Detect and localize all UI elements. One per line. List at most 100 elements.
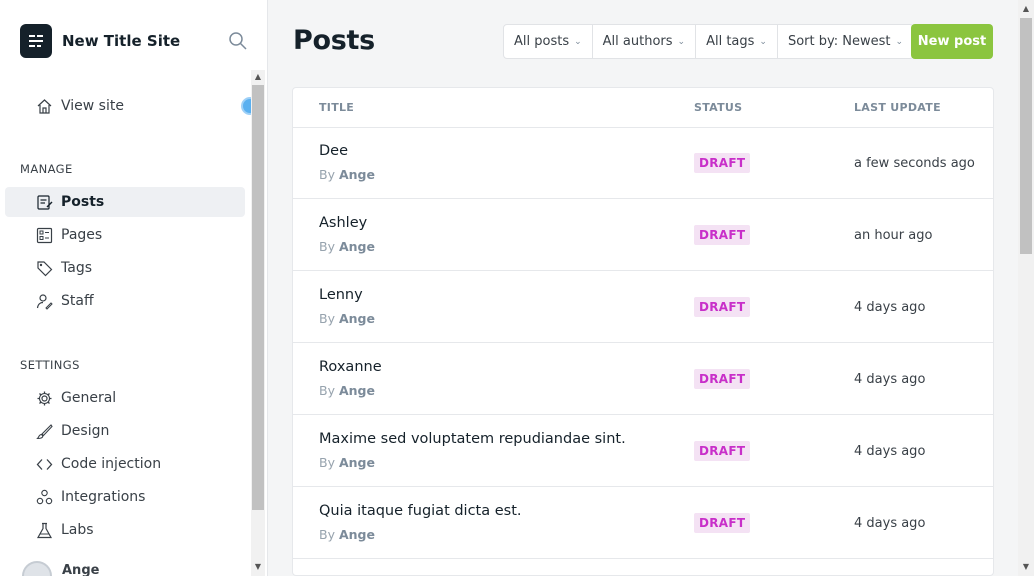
chevron-down-icon: ⌄ — [895, 36, 904, 47]
manage-section-label: MANAGE — [20, 162, 73, 176]
by-prefix: By — [319, 455, 335, 470]
sidebar-item-design[interactable]: Design — [5, 416, 245, 446]
sidebar-item-code-injection[interactable]: Code injection — [5, 449, 245, 479]
filter-all-posts[interactable]: All posts ⌄ — [504, 25, 593, 58]
chevron-down-icon: ⌄ — [759, 36, 767, 47]
post-author: Ange — [338, 455, 375, 470]
sidebar-item-integrations[interactable]: Integrations — [5, 482, 245, 512]
staff-icon — [36, 293, 53, 310]
new-post-button[interactable]: New post — [911, 24, 993, 59]
table-row[interactable]: Ashley By Ange DRAFT an hour ago — [293, 199, 993, 271]
table-row[interactable]: Quia itaque fugiat dicta est. By Ange DR… — [293, 487, 993, 559]
column-header-status: STATUS — [694, 101, 743, 114]
sidebar-item-label: Posts — [61, 194, 105, 210]
sidebar-item-posts[interactable]: Posts — [5, 187, 245, 217]
filter-all-tags[interactable]: All tags ⌄ — [696, 25, 778, 58]
user-name: Ange — [62, 562, 100, 576]
user-menu[interactable]: Ange — [22, 561, 100, 576]
sidebar-item-label: Pages — [61, 227, 103, 243]
sidebar-item-label: Staff — [61, 293, 94, 309]
post-title: Maxime sed voluptatem repudiandae sint. — [319, 431, 626, 447]
post-title: Lenny — [319, 287, 363, 303]
gear-icon — [36, 390, 53, 407]
filter-bar: All posts ⌄ All authors ⌄ All tags ⌄ Sor… — [503, 24, 915, 59]
by-prefix: By — [319, 311, 335, 326]
site-logo-icon[interactable] — [20, 24, 52, 58]
post-last-update: an hour ago — [854, 228, 933, 243]
code-icon — [36, 456, 53, 473]
post-author-line: By Ange — [319, 311, 375, 326]
integrations-icon — [36, 489, 53, 506]
sidebar: New Title Site View site MANAGE Posts Pa… — [0, 0, 268, 576]
chevron-down-icon: ⌄ — [574, 36, 582, 47]
scroll-down-arrow-icon[interactable]: ▼ — [1018, 562, 1034, 574]
scroll-up-arrow-icon[interactable]: ▲ — [1018, 4, 1034, 16]
filter-sort[interactable]: Sort by: Newest ⌄ — [778, 25, 913, 58]
posts-table: TITLE STATUS LAST UPDATE Dee By Ange DRA… — [292, 87, 994, 576]
post-author: Ange — [338, 311, 375, 326]
by-prefix: By — [319, 167, 335, 182]
post-author: Ange — [338, 167, 375, 182]
sidebar-item-label: General — [61, 390, 117, 406]
post-author-line: By Ange — [319, 455, 375, 470]
sidebar-item-label: Tags — [61, 260, 92, 276]
scroll-up-arrow-icon[interactable]: ▲ — [251, 70, 265, 84]
sidebar-item-staff[interactable]: Staff — [5, 286, 245, 316]
table-row[interactable]: Maxime sed voluptatem repudiandae sint. … — [293, 415, 993, 487]
by-prefix: By — [319, 239, 335, 254]
post-title: Quia itaque fugiat dicta est. — [319, 503, 522, 519]
page-scrollbar-thumb[interactable] — [1020, 18, 1032, 254]
status-badge: DRAFT — [694, 441, 751, 461]
status-badge: DRAFT — [694, 225, 751, 245]
posts-icon — [36, 194, 53, 211]
status-badge: DRAFT — [694, 297, 751, 317]
table-row[interactable]: Roxanne By Ange DRAFT 4 days ago — [293, 343, 993, 415]
site-header: New Title Site — [20, 24, 248, 58]
filter-label: All tags — [706, 34, 755, 49]
post-last-update: 4 days ago — [854, 516, 926, 531]
post-title: Roxanne — [319, 359, 382, 375]
sidebar-item-label: Design — [61, 423, 110, 439]
scroll-down-arrow-icon[interactable]: ▼ — [251, 560, 265, 574]
chevron-down-icon: ⌄ — [677, 36, 686, 47]
post-author-line: By Ange — [319, 383, 375, 398]
sidebar-item-tags[interactable]: Tags — [5, 253, 245, 283]
post-author-line: By Ange — [319, 527, 375, 542]
post-last-update: 4 days ago — [854, 372, 926, 387]
tag-icon — [36, 260, 53, 277]
sidebar-scrollbar-thumb[interactable] — [252, 85, 264, 510]
column-header-title: TITLE — [319, 101, 355, 114]
nav-view-site-label: View site — [61, 98, 124, 114]
sidebar-item-pages[interactable]: Pages — [5, 220, 245, 250]
post-author-line: By Ange — [319, 239, 375, 254]
by-prefix: By — [319, 383, 335, 398]
column-header-last-update: LAST UPDATE — [854, 101, 941, 114]
table-row[interactable]: Lenny By Ange DRAFT 4 days ago — [293, 271, 993, 343]
filter-label: All authors — [602, 34, 673, 49]
post-author: Ange — [338, 383, 375, 398]
flask-icon — [36, 522, 53, 539]
sidebar-item-label: Integrations — [61, 489, 146, 505]
home-icon — [36, 98, 53, 115]
post-last-update: 4 days ago — [854, 300, 926, 315]
sidebar-item-label: Code injection — [61, 456, 162, 472]
status-badge: DRAFT — [694, 153, 751, 173]
page-title: Posts — [293, 25, 375, 56]
by-prefix: By — [319, 527, 335, 542]
settings-section-label: SETTINGS — [20, 358, 80, 372]
sidebar-item-labs[interactable]: Labs — [5, 515, 245, 545]
status-badge: DRAFT — [694, 513, 751, 533]
avatar — [22, 561, 52, 576]
sidebar-item-general[interactable]: General — [5, 383, 245, 413]
status-badge: DRAFT — [694, 369, 751, 389]
pages-icon — [36, 227, 53, 244]
search-icon[interactable] — [228, 31, 248, 51]
site-title[interactable]: New Title Site — [62, 32, 180, 50]
table-row[interactable]: Dee By Ange DRAFT a few seconds ago — [293, 127, 993, 199]
sidebar-item-label: Labs — [61, 522, 94, 538]
post-author: Ange — [338, 239, 375, 254]
post-last-update: a few seconds ago — [854, 156, 975, 171]
filter-all-authors[interactable]: All authors ⌄ — [593, 25, 697, 58]
main-content: Posts All posts ⌄ All authors ⌄ All tags… — [268, 0, 1018, 576]
nav-view-site[interactable]: View site — [5, 91, 245, 121]
